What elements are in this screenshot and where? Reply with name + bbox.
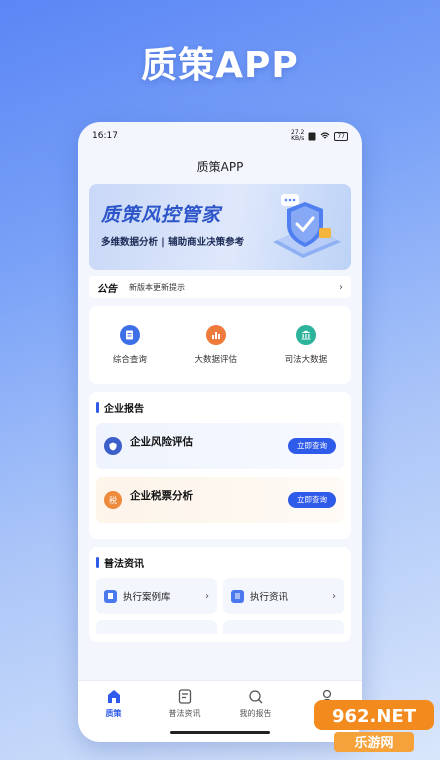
section-title-text: 企业报告: [104, 404, 144, 415]
quick-item-label: 大数据评估: [194, 355, 237, 365]
tab-label: 我的报告: [239, 709, 272, 718]
chevron-right-icon: ›: [339, 281, 343, 293]
battery-icon: 77: [334, 131, 348, 141]
document-icon: [119, 325, 140, 345]
quick-actions: 综合查询 大数据评估 司法大数据: [89, 306, 351, 384]
tab-law-news[interactable]: 普法资讯: [155, 689, 215, 742]
tab-home[interactable]: 质策: [84, 689, 144, 742]
phone-screen: 16:17 27.2 KB/s 77 质策APP 质策风控管家 多维数据分析 |…: [78, 122, 362, 742]
sim-icon: [308, 132, 316, 140]
tax-icon: 税: [104, 491, 122, 509]
report-label: 企业风险评估: [130, 435, 193, 448]
shield-illustration-icon: [273, 194, 341, 258]
book-icon: [104, 589, 117, 603]
notice-text: 新版本更新提示: [129, 282, 185, 292]
home-indicator: [170, 731, 270, 734]
home-icon: [107, 690, 120, 703]
tab-label: 普法资讯: [168, 709, 201, 718]
wifi-icon: [320, 132, 330, 139]
law-item-case-library[interactable]: 执行案例库 ›: [96, 578, 217, 614]
enterprise-reports-card: 企业报告 企业风险评估 立即查询 税 企业税票分析 立即查询: [89, 392, 351, 539]
courthouse-icon: [295, 325, 316, 345]
law-grid: 执行案例库 › 执行资讯 ›: [96, 578, 344, 614]
svg-text:962.NET: 962.NET: [332, 706, 417, 727]
report-item-risk-assessment[interactable]: 企业风险评估 立即查询: [96, 423, 344, 469]
search-report-icon: [248, 690, 262, 704]
section-marker: [96, 402, 99, 413]
promo-title: 质策APP: [141, 45, 299, 86]
chevron-right-icon: ›: [205, 590, 209, 602]
partial-list-item[interactable]: [96, 620, 217, 634]
page-title: 质策APP: [196, 160, 244, 174]
query-now-button[interactable]: 立即查询: [288, 492, 336, 508]
banner-subtitle: 多维数据分析 | 辅助商业决策参考: [101, 237, 245, 248]
shield-icon: [104, 437, 122, 455]
section-title: 企业报告: [96, 400, 344, 415]
status-time: 16:17: [92, 131, 118, 141]
quick-item-label: 综合查询: [112, 355, 147, 365]
section-title-text: 普法资讯: [104, 559, 144, 570]
law-item-label: 执行资讯: [250, 592, 289, 603]
list-icon: [231, 589, 244, 603]
partial-list-item[interactable]: [223, 620, 344, 634]
quick-item-judicial-big-data[interactable]: 司法大数据: [284, 325, 328, 365]
law-more-items: [96, 620, 344, 634]
notice-bar[interactable]: 公告 新版本更新提示 ›: [89, 276, 351, 298]
report-item-tax-analysis[interactable]: 税 企业税票分析 立即查询: [96, 477, 344, 523]
tab-my-reports[interactable]: 我的报告: [226, 689, 286, 742]
news-icon: [178, 689, 191, 704]
banner-title: 质策风控管家: [101, 204, 222, 226]
quick-item-big-data-assessment[interactable]: 大数据评估: [194, 325, 237, 365]
law-item-label: 执行案例库: [123, 592, 171, 603]
law-item-enforcement-news[interactable]: 执行资讯 ›: [223, 578, 344, 614]
query-now-button[interactable]: 立即查询: [288, 438, 336, 454]
quick-item-comprehensive-query[interactable]: 综合查询: [113, 325, 147, 365]
svg-text:乐游网: 乐游网: [354, 735, 393, 751]
status-bar: 16:17 27.2 KB/s 77: [78, 122, 362, 150]
law-news-card: 普法资讯 执行案例库 › 执行资讯 ›: [89, 547, 351, 642]
section-title: 普法资讯: [96, 555, 344, 570]
banner[interactable]: 质策风控管家 多维数据分析 | 辅助商业决策参考: [89, 184, 351, 270]
notice-tag: 公告: [97, 283, 117, 295]
tab-label: 质策: [105, 709, 122, 718]
report-label: 企业税票分析: [130, 489, 193, 502]
bar-chart-icon: [205, 325, 226, 345]
app-header: 质策APP: [78, 150, 362, 184]
network-speed: 27.2 KB/s: [291, 130, 304, 142]
speed-unit: KB/s: [291, 135, 305, 142]
site-watermark-logo: 962.NET 乐游网: [314, 700, 434, 752]
section-marker: [96, 557, 99, 568]
quick-item-label: 司法大数据: [284, 355, 328, 365]
status-icons: 27.2 KB/s 77: [291, 130, 348, 142]
chevron-right-icon: ›: [332, 590, 336, 602]
